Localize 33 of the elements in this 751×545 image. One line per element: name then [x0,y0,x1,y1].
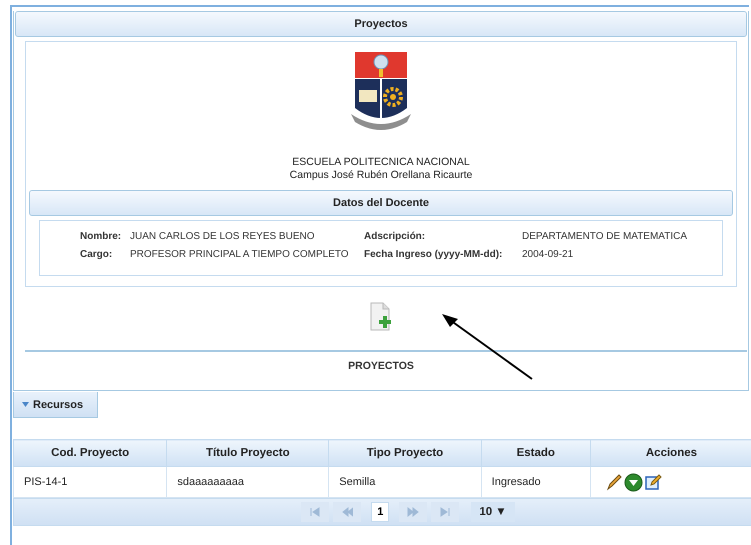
column-header: Estado [481,440,590,466]
column-header: Tipo Proyecto [328,440,482,466]
panel-header: Proyectos [15,11,747,37]
campus-name: Campus José Rubén Orellana Ricaurte [290,169,472,182]
pencil-icon[interactable] [604,473,623,491]
page-size-dropdown[interactable]: 10 ▼ [471,502,515,522]
last-arrow-icon [439,506,452,518]
add-document-icon[interactable] [370,302,392,332]
prev-arrow-icon [341,506,354,518]
field-label: Adscripción: [364,231,426,242]
field-label: Nombre: [80,231,122,242]
download-icon[interactable] [624,472,643,492]
table-cell: PIS-14-1 [24,476,68,488]
column-header: Cod. Proyecto [14,440,167,466]
page-button[interactable]: 1 [371,502,390,522]
column-header: Título Proyecto [166,440,329,466]
field-value: 2004-09-21 [522,249,574,260]
institution-name: ESCUELA POLITECNICA NACIONAL [291,156,471,169]
field-label: Cargo: [80,249,114,260]
field-label: Fecha Ingreso (yyyy-MM-dd): [364,249,504,260]
first-arrow-icon [309,506,322,518]
section-header: Datos del Docente [29,190,733,216]
column-header: Acciones [590,440,751,466]
resources-tab[interactable]: Recursos [13,392,98,418]
section-title: PROYECTOS [347,360,415,372]
edit-note-icon[interactable] [644,473,662,491]
table-cell: sdaaaaaaaaa [177,476,244,488]
field-value: DEPARTAMENTO DE MATEMATICA [522,231,688,242]
table-cell: Semilla [339,476,376,488]
table-cell: Ingresado [492,476,541,488]
field-value: PROFESOR PRINCIPAL A TIEMPO COMPLETO [130,249,350,260]
field-value: JUAN CARLOS DE LOS REYES BUENO [130,231,316,242]
next-arrow-icon [407,506,420,518]
